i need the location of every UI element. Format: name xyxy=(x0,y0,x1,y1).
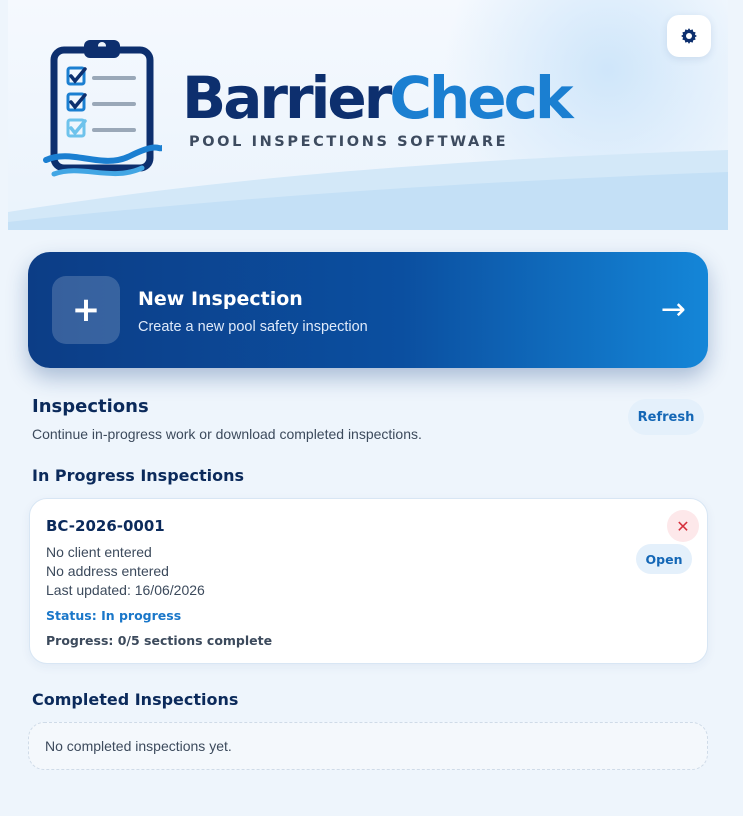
brand-part-1: Barrier xyxy=(182,64,392,132)
clipboard-checklist-icon xyxy=(43,40,162,177)
close-icon: ✕ xyxy=(676,516,690,536)
inspections-heading: Inspections xyxy=(32,396,149,417)
completed-heading: Completed Inspections xyxy=(32,690,239,709)
new-inspection-button[interactable]: + New Inspection Create a new pool safet… xyxy=(28,252,708,368)
inspection-updated: Last updated: 16/06/2026 xyxy=(46,582,205,598)
new-inspection-title: New Inspection xyxy=(138,288,303,310)
gear-icon xyxy=(681,28,697,44)
arrow-right-icon: → xyxy=(660,292,686,327)
brand-part-2: Check xyxy=(389,64,573,132)
inspection-client: No client entered xyxy=(46,544,152,560)
inspection-progress: Progress: 0/5 sections complete xyxy=(46,633,273,648)
inspection-status: Status: In progress xyxy=(46,608,182,623)
plus-icon: + xyxy=(52,276,120,344)
completed-empty-text: No completed inspections yet. xyxy=(45,738,232,754)
app-header: BarrierCheck POOL INSPECTIONS SOFTWARE xyxy=(8,0,728,230)
refresh-button[interactable]: Refresh xyxy=(628,399,704,435)
brand-wordmark: BarrierCheck xyxy=(182,62,574,134)
inspections-subtitle: Continue in-progress work or download co… xyxy=(32,426,422,442)
inspection-card: BC-2026-0001 No client entered No addres… xyxy=(29,498,708,664)
inspection-id: BC-2026-0001 xyxy=(46,517,165,535)
delete-inspection-button[interactable]: ✕ xyxy=(667,510,699,542)
settings-button[interactable] xyxy=(667,15,711,57)
open-inspection-button[interactable]: Open xyxy=(636,544,692,574)
in-progress-heading: In Progress Inspections xyxy=(32,466,245,485)
brand-tagline: POOL INSPECTIONS SOFTWARE xyxy=(189,134,509,150)
inspection-address: No address entered xyxy=(46,563,169,579)
new-inspection-subtitle: Create a new pool safety inspection xyxy=(138,319,368,335)
completed-empty-state: No completed inspections yet. xyxy=(28,722,708,770)
